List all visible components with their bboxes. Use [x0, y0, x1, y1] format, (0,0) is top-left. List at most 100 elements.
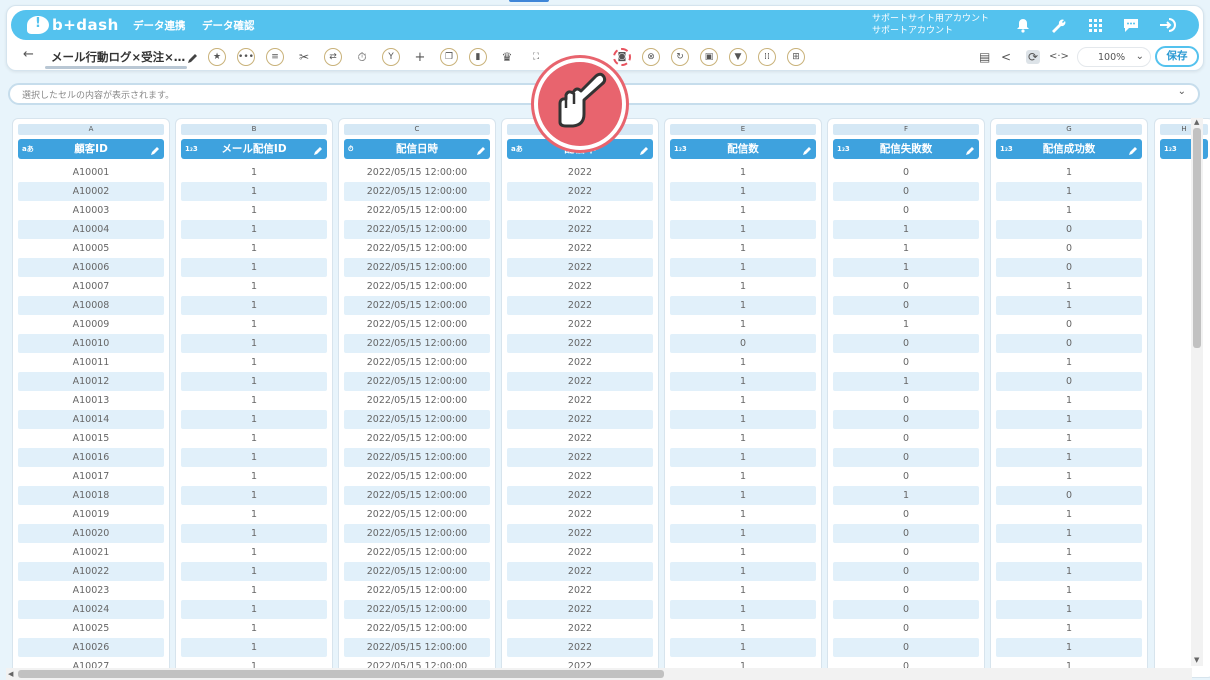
star-icon[interactable]: ★: [208, 48, 226, 66]
table-cell[interactable]: 1: [181, 353, 327, 372]
table-cell[interactable]: 1: [670, 619, 816, 638]
file-name[interactable]: メール行動ログ×受注×…: [51, 49, 185, 65]
table-cell[interactable]: 0: [833, 334, 979, 353]
table-cell[interactable]: 1: [181, 163, 327, 182]
type-icon[interactable]: aあ: [22, 139, 34, 159]
table-cell[interactable]: 2022/05/15 12:00:00: [344, 296, 490, 315]
table-cell[interactable]: 2022/05/15 12:00:00: [344, 201, 490, 220]
table-cell[interactable]: 2022: [507, 467, 653, 486]
table-cell[interactable]: 1: [670, 448, 816, 467]
table-cell[interactable]: 0: [996, 239, 1142, 258]
column-header[interactable]: aあ 顧客ID: [18, 139, 164, 159]
table-cell[interactable]: 1: [996, 562, 1142, 581]
table-cell[interactable]: 1: [996, 638, 1142, 657]
table-cell[interactable]: 2022/05/15 12:00:00: [344, 163, 490, 182]
table-cell[interactable]: 0: [833, 448, 979, 467]
column-letter[interactable]: A: [18, 124, 164, 135]
table-cell[interactable]: 1: [833, 486, 979, 505]
table-cell[interactable]: 1: [181, 543, 327, 562]
scroll-down-icon[interactable]: ▼: [1194, 656, 1199, 664]
table-cell[interactable]: 1: [670, 543, 816, 562]
table-cell[interactable]: A10007: [18, 277, 164, 296]
table-cell[interactable]: 0: [833, 524, 979, 543]
type-icon[interactable]: 1₂3: [1000, 139, 1013, 159]
table-cell[interactable]: 2022: [507, 258, 653, 277]
table-cell[interactable]: 1: [670, 277, 816, 296]
table-cell[interactable]: 1: [181, 372, 327, 391]
table-cell[interactable]: 0: [833, 429, 979, 448]
column-header[interactable]: 1₂3 配信失敗数: [833, 139, 979, 159]
table-cell[interactable]: 0: [996, 220, 1142, 239]
logout-icon[interactable]: [1158, 15, 1178, 35]
type-icon[interactable]: 1₂3: [1164, 139, 1177, 159]
table-cell[interactable]: 1: [181, 258, 327, 277]
table-cell[interactable]: 1: [996, 410, 1142, 429]
table-cell[interactable]: 1: [181, 239, 327, 258]
table-cell[interactable]: 2022: [507, 315, 653, 334]
table-cell[interactable]: 2022/05/15 12:00:00: [344, 638, 490, 657]
table-cell[interactable]: A10001: [18, 163, 164, 182]
table-cell[interactable]: 1: [670, 581, 816, 600]
table-cell[interactable]: A10021: [18, 543, 164, 562]
table-cell[interactable]: 0: [996, 315, 1142, 334]
table-cell[interactable]: 1: [181, 391, 327, 410]
share-icon[interactable]: <: [1001, 50, 1011, 64]
more-icon[interactable]: •••: [237, 48, 255, 66]
table-cell[interactable]: A10011: [18, 353, 164, 372]
table-cell[interactable]: 2022: [507, 543, 653, 562]
table-cell[interactable]: 2022: [507, 486, 653, 505]
table-cell[interactable]: 1: [670, 505, 816, 524]
table-cell[interactable]: 2022: [507, 239, 653, 258]
cancel-icon[interactable]: ⊗: [642, 48, 660, 66]
table-cell[interactable]: 0: [996, 486, 1142, 505]
table-cell[interactable]: A10006: [18, 258, 164, 277]
crown-icon[interactable]: ♛: [498, 48, 516, 66]
table-cell[interactable]: 1: [670, 562, 816, 581]
table-cell[interactable]: A10020: [18, 524, 164, 543]
table-cell[interactable]: 2022/05/15 12:00:00: [344, 258, 490, 277]
table-cell[interactable]: 1: [181, 562, 327, 581]
table-cell[interactable]: 0: [833, 543, 979, 562]
table-cell[interactable]: 1: [996, 429, 1142, 448]
table-cell[interactable]: 2022: [507, 334, 653, 353]
table-cell[interactable]: 1: [181, 201, 327, 220]
table-cell[interactable]: 1: [181, 410, 327, 429]
table-cell[interactable]: 2022: [507, 372, 653, 391]
table-cell[interactable]: 1: [670, 296, 816, 315]
table-cell[interactable]: 1: [181, 315, 327, 334]
table-cell[interactable]: 1: [996, 619, 1142, 638]
table-cell[interactable]: 2022/05/15 12:00:00: [344, 277, 490, 296]
table-cell[interactable]: 1: [670, 429, 816, 448]
table-cell[interactable]: A10019: [18, 505, 164, 524]
table-cell[interactable]: 2022: [507, 524, 653, 543]
table-cell[interactable]: A10003: [18, 201, 164, 220]
table-cell[interactable]: 1: [996, 391, 1142, 410]
table-cell[interactable]: 1: [996, 581, 1142, 600]
table-cell[interactable]: 1: [181, 467, 327, 486]
brand-logo[interactable]: b+dash: [27, 14, 119, 36]
table-cell[interactable]: 2022/05/15 12:00:00: [344, 353, 490, 372]
column-header[interactable]: 1₂3 メール配信ID: [181, 139, 327, 159]
table-cell[interactable]: 1: [996, 296, 1142, 315]
table-cell[interactable]: 0: [833, 467, 979, 486]
table-cell[interactable]: 1: [833, 258, 979, 277]
table-cell[interactable]: 1: [833, 315, 979, 334]
column-letter[interactable]: E: [670, 124, 816, 135]
table-cell[interactable]: 2022: [507, 391, 653, 410]
table-cell[interactable]: A10010: [18, 334, 164, 353]
table-cell[interactable]: A10024: [18, 600, 164, 619]
table-cell[interactable]: 0: [833, 600, 979, 619]
table-cell[interactable]: 2022/05/15 12:00:00: [344, 543, 490, 562]
table-cell[interactable]: 1: [181, 600, 327, 619]
table-cell[interactable]: 0: [833, 163, 979, 182]
type-icon[interactable]: 1₂3: [674, 139, 687, 159]
wrench-icon[interactable]: [1048, 15, 1068, 35]
table-cell[interactable]: 1: [996, 467, 1142, 486]
snapshot-icon[interactable]: ⟳: [1026, 50, 1041, 64]
table-cell[interactable]: 0: [996, 372, 1142, 391]
table-cell[interactable]: 2022: [507, 448, 653, 467]
table-cell[interactable]: A10015: [18, 429, 164, 448]
table-cell[interactable]: 2022: [507, 163, 653, 182]
zoom-select[interactable]: 100% ⌄: [1077, 47, 1151, 67]
table-cell[interactable]: 0: [833, 296, 979, 315]
